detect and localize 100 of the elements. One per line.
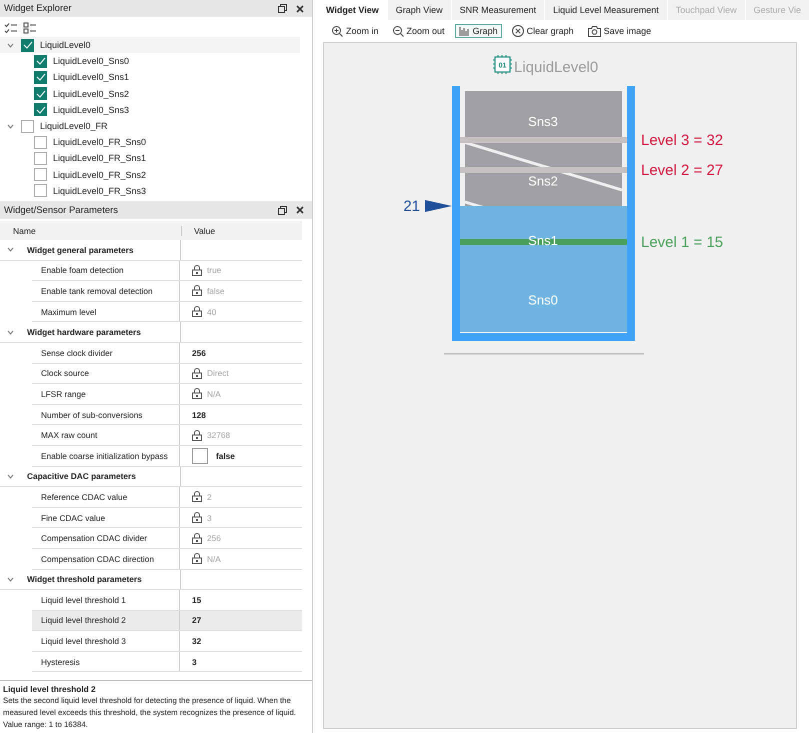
parameter-name: Maximum level <box>32 302 180 322</box>
sensor-label: Sns0 <box>528 292 558 308</box>
parameter-row[interactable]: Compensation CDAC divider 256 <box>32 528 302 549</box>
tree-item[interactable]: LiquidLevel0 <box>0 37 300 54</box>
chevron-icon[interactable] <box>7 247 14 252</box>
panel-title: Widget/Sensor Parameters <box>4 204 118 216</box>
chevron-icon[interactable] <box>7 330 14 335</box>
parameter-value[interactable]: 256 <box>192 348 206 358</box>
tree-item[interactable]: LiquidLevel0_Sns2 <box>0 86 312 102</box>
tree-item[interactable]: LiquidLevel0_Sns3 <box>0 102 312 118</box>
checkbox[interactable] <box>34 87 47 100</box>
parameter-name: Compensation CDAC direction <box>32 548 180 568</box>
tree-item[interactable]: LiquidLevel0_FR_Sns2 <box>0 166 312 183</box>
tree-item[interactable]: LiquidLevel0_FR_Sns1 <box>0 150 312 166</box>
parameter-name: Clock source <box>32 364 180 384</box>
parameter-value[interactable]: 32 <box>192 636 202 646</box>
toolbar-button[interactable]: Clear graph <box>508 23 578 39</box>
parameter-row[interactable]: Enable tank removal detection false <box>32 281 302 302</box>
threshold-label: Level 1 = 15 <box>641 234 724 251</box>
close-icon[interactable] <box>296 206 304 214</box>
restore-icon[interactable] <box>278 206 288 214</box>
parameter-value: 3 <box>207 512 212 523</box>
checkbox[interactable] <box>34 168 47 182</box>
chevron-icon[interactable] <box>7 474 14 479</box>
parameter-row[interactable]: MAX raw count 32768 <box>32 425 302 446</box>
chevron-icon[interactable] <box>7 42 14 48</box>
parameter-value[interactable]: 15 <box>192 594 202 605</box>
tree-item[interactable]: LiquidLevel0_FR <box>0 118 300 134</box>
parameter-row[interactable]: Fine CDAC value 3 <box>32 508 302 528</box>
parameter-row[interactable]: Enable coarse initialization bypass false <box>32 446 302 467</box>
tree-item[interactable]: LiquidLevel0_FR_Sns0 <box>0 134 312 150</box>
check-all-icon[interactable] <box>4 22 18 34</box>
checkbox[interactable] <box>34 136 47 149</box>
restore-icon[interactable] <box>278 4 288 13</box>
level-reading: 21 <box>403 198 420 215</box>
chevron-icon[interactable] <box>7 576 14 582</box>
parameter-row[interactable]: Clock source Direct <box>32 364 302 384</box>
parameter-row[interactable]: Sense clock divider 256 <box>32 342 302 364</box>
tab[interactable]: Liquid Level Measurement <box>545 0 667 20</box>
tab[interactable]: SNR Measurement <box>452 0 544 20</box>
toolbar-button[interactable]: Graph <box>454 24 502 38</box>
lock-icon <box>192 264 202 276</box>
toolbar-button[interactable]: Save image <box>584 24 656 38</box>
parameter-row[interactable]: Liquid level threshold 3 32 <box>32 631 302 652</box>
lock-icon <box>192 368 202 379</box>
parameter-name: Reference CDAC value <box>32 487 180 507</box>
chevron-icon[interactable] <box>7 124 14 129</box>
parameter-name: Liquid level threshold 3 <box>32 631 180 651</box>
parameter-value: 32768 <box>207 430 230 440</box>
tree-item[interactable]: LiquidLevel0_Sns0 <box>0 53 312 70</box>
toolbar-button[interactable]: Zoom out <box>388 24 449 38</box>
checkbox[interactable] <box>34 70 47 84</box>
group-label[interactable]: Capacitive DAC parameters <box>27 471 136 482</box>
parameter-row[interactable]: Hysteresis 3 <box>32 652 302 672</box>
parameter-value: true <box>207 265 222 276</box>
checkbox[interactable] <box>34 152 47 165</box>
checkbox[interactable] <box>21 38 34 52</box>
parameter-row[interactable]: Liquid level threshold 2 27 <box>32 610 302 632</box>
parameter-value[interactable]: 128 <box>192 410 206 420</box>
group-label[interactable]: Widget threshold parameters <box>27 574 142 584</box>
toolbar-button[interactable]: Zoom in <box>328 24 383 38</box>
lock-icon <box>192 306 202 318</box>
clear-icon <box>512 25 524 37</box>
checkbox[interactable] <box>34 54 47 68</box>
parameter-name: Hysteresis <box>32 652 180 672</box>
chip-icon <box>492 54 513 74</box>
parameter-name: Compensation CDAC divider <box>32 528 180 548</box>
parameter-name: Enable coarse initialization bypass <box>32 446 180 466</box>
checkbox[interactable] <box>21 120 34 133</box>
checkbox[interactable] <box>34 103 47 116</box>
sensor-label: Sns2 <box>528 173 558 188</box>
checkbox[interactable] <box>192 448 208 464</box>
parameter-value[interactable]: 27 <box>192 615 202 626</box>
tree-item[interactable]: LiquidLevel0_Sns1 <box>0 69 312 86</box>
threshold-label: Level 3 = 32 <box>641 132 724 149</box>
parameter-row[interactable]: LFSR range N/A <box>32 384 302 405</box>
parameter-row[interactable]: Number of sub-conversions 128 <box>32 404 302 426</box>
tree-item[interactable]: LiquidLevel0_FR_Sns3 <box>0 182 312 198</box>
zoom-out-icon <box>392 26 404 36</box>
lock-icon <box>192 532 202 544</box>
group-label[interactable]: Widget general parameters <box>27 244 134 255</box>
parameter-row[interactable]: Enable foam detection true <box>32 260 302 282</box>
checkbox[interactable] <box>34 184 47 198</box>
group-label[interactable]: Widget hardware parameters <box>27 327 141 338</box>
zoom-in-icon <box>332 26 344 36</box>
tab[interactable]: Graph View <box>388 0 451 20</box>
parameter-value: 40 <box>207 306 216 317</box>
parameter-name: Enable tank removal detection <box>32 281 180 301</box>
parameter-row[interactable]: Compensation CDAC direction N/A <box>32 548 302 570</box>
bar-chart-icon <box>458 26 470 36</box>
parameter-value[interactable]: false <box>216 450 235 461</box>
panel-title: Widget Explorer <box>4 3 72 14</box>
parameter-row[interactable]: Reference CDAC value 2 <box>32 487 302 508</box>
uncheck-all-icon[interactable] <box>23 22 37 34</box>
parameter-value[interactable]: 3 <box>192 656 197 667</box>
lock-icon <box>192 430 202 441</box>
close-icon[interactable] <box>296 4 304 12</box>
parameter-row[interactable]: Maximum level 40 <box>32 302 302 322</box>
parameter-name: LFSR range <box>32 384 180 404</box>
parameter-name: Liquid level threshold 1 <box>32 590 180 610</box>
